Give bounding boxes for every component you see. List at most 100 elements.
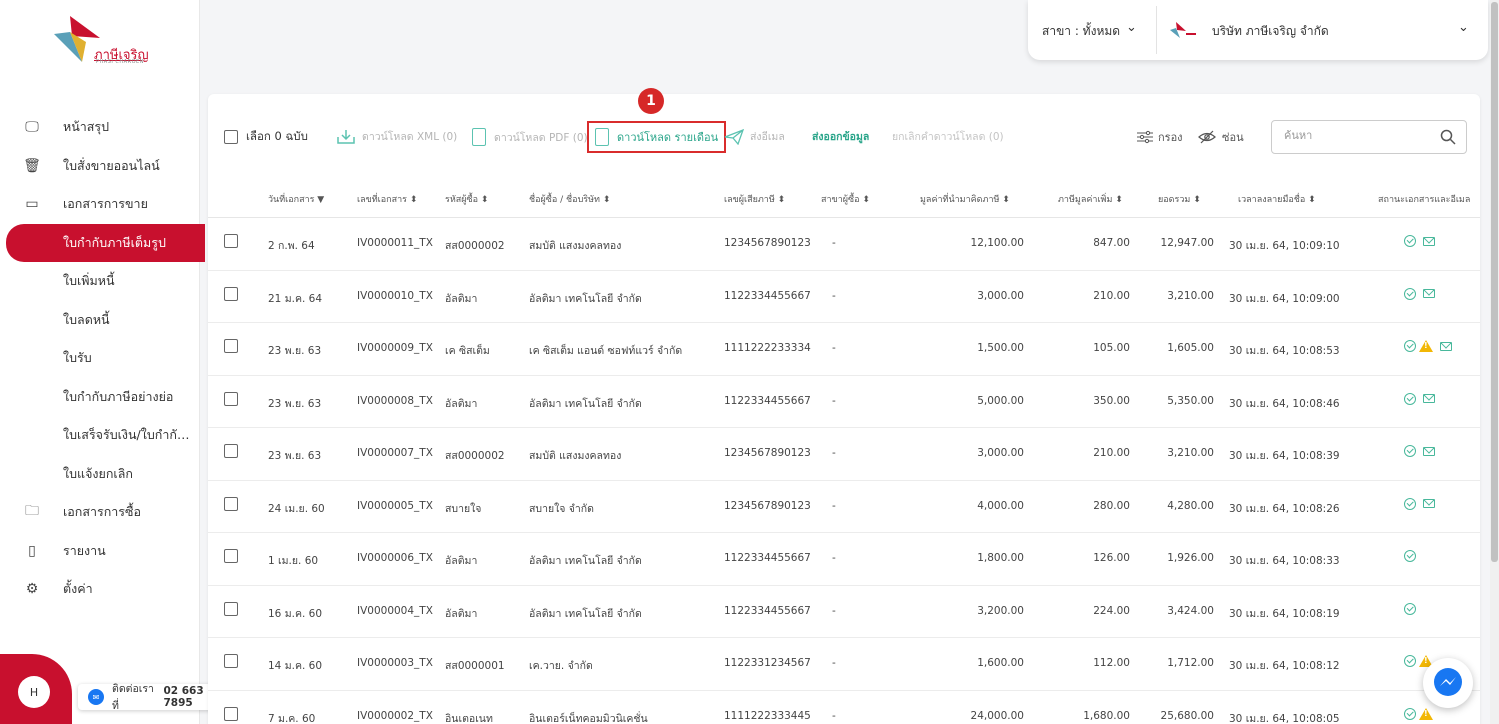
folder-icon: 🗀 [25, 503, 39, 520]
sidebar-item-3[interactable]: ใบกำกับภาษีเต็มรูป [6, 223, 205, 262]
cell-buyer-code: สส0000001 [445, 660, 505, 672]
download-pdf-button[interactable]: ดาวน์โหลด PDF (0) [472, 128, 588, 146]
table-row[interactable]: 1 เม.ย. 60 IV0000006_TX อัลติมา อัลติมา เทค… [208, 533, 1480, 586]
row-checkbox[interactable] [224, 444, 238, 458]
search-icon[interactable] [1440, 129, 1456, 145]
hide-columns-button[interactable]: ซ่อน [1198, 128, 1244, 146]
row-checkbox[interactable] [224, 234, 238, 248]
row-checkbox[interactable] [224, 286, 238, 301]
cell-total: 1,605.00 [1167, 342, 1214, 354]
branch-select[interactable]: สาขา : ทั้งหมด [1042, 22, 1120, 41]
cell-total: 3,210.00 [1167, 289, 1214, 302]
page-scrollbar[interactable] [1490, 0, 1499, 724]
cell-buyer-name: อัลติมา เทคโนโลยี จำกัด [529, 397, 642, 410]
sidebar-item-10[interactable]: 🗀 เอกสารการซื้อ [0, 493, 200, 532]
warning-icon [1419, 340, 1433, 352]
search-input[interactable] [1284, 129, 1434, 142]
cell-total: 3,210.00 [1167, 447, 1214, 459]
table-row[interactable]: 7 ม.ค. 60 IV0000002_TX อินเตอเนท อินเตอร์เน… [208, 691, 1480, 724]
sidebar-item-8[interactable]: ใบเสร็จรับเงิน/ใบกำกับ... [0, 416, 200, 455]
sidebar-item-12[interactable]: ⚙ ตั้งค่า [0, 570, 200, 609]
cell-buyer-code: อัลติมา [445, 397, 478, 410]
table-row[interactable]: 21 ม.ค. 64 IV0000010_TX อัลติมา อัลติมา เทค… [208, 271, 1480, 323]
header-total[interactable]: ยอดรวม ⬍ [1158, 192, 1201, 206]
company-logo[interactable]: ภาษีเจริญ PHASI CHAROEN [52, 12, 172, 68]
messenger-chat-button[interactable] [1423, 658, 1473, 708]
sidebar-item-0[interactable]: 🖵 หน้าสรุป [0, 108, 200, 147]
inbox-icon: ▭ [25, 196, 39, 213]
header-date[interactable]: วันที่เอกสาร ▼ [268, 192, 324, 206]
header-value[interactable]: มูลค่าที่นำมาคิดภาษี ⬍ [920, 192, 1010, 206]
header-buyer-code[interactable]: รหัสผู้ซื้อ ⬍ [445, 192, 488, 206]
scrollbar-thumb[interactable] [1491, 2, 1498, 562]
table-row[interactable]: 2 ก.พ. 64 IV0000011_TX สส0000002 สมบัติ แสง… [208, 218, 1480, 271]
header-branch[interactable]: สาขาผู้ซื้อ ⬍ [821, 192, 870, 206]
cell-doc-no: IV0000009_TX [357, 342, 433, 354]
select-all-checkbox[interactable] [224, 130, 238, 144]
eye-off-icon [1198, 130, 1216, 144]
logo-subtext: PHASI CHAROEN [96, 59, 144, 65]
table-row[interactable]: 14 ม.ค. 60 IV0000003_TX สส0000001 เค.วาย. จ… [208, 638, 1480, 691]
search-box[interactable] [1271, 120, 1467, 154]
select-all[interactable]: เลือก 0 ฉบับ [224, 128, 308, 146]
sidebar-item-9[interactable]: ใบแจ้งยกเลิก [0, 455, 200, 494]
table-row[interactable]: 23 พ.ย. 63 IV0000009_TX เค ซิสเต็ม เค ซิสเต… [208, 323, 1480, 376]
cell-total: 1,712.00 [1167, 657, 1214, 669]
table-row[interactable]: 16 ม.ค. 60 IV0000004_TX อัลติมา อัลติมา เทค… [208, 586, 1480, 638]
cell-branch: - [832, 657, 836, 669]
cell-date: 16 ม.ค. 60 [268, 607, 323, 620]
table-row[interactable]: 23 พ.ย. 63 IV0000007_TX สส0000002 สมบัติ แส… [208, 428, 1480, 481]
table-body: 2 ก.พ. 64 IV0000011_TX สส0000002 สมบัติ แสง… [208, 218, 1480, 724]
sidebar-item-label: หน้าสรุป [63, 119, 110, 135]
messenger-icon [1434, 668, 1462, 696]
sidebar-item-4[interactable]: ใบเพิ่มหนี้ [0, 262, 200, 301]
cell-signed-at: 30 เม.ย. 64, 10:09:10 [1229, 240, 1340, 252]
filter-icon [1137, 130, 1153, 144]
table-row[interactable]: 23 พ.ย. 63 IV0000008_TX อัลติมา อัลติมา เทค… [208, 376, 1480, 428]
sidebar-item-label: เอกสารการซื้อ [63, 504, 142, 520]
export-button[interactable]: ส่งออกข้อมูล [812, 128, 869, 145]
check-circle-icon [1404, 392, 1416, 405]
document-icon [595, 128, 609, 146]
cell-branch: - [832, 499, 836, 512]
avatar[interactable]: H [18, 676, 50, 708]
table-row[interactable]: 24 เม.ย. 60 IV0000005_TX สบายใจ สบายใจ จำกั… [208, 481, 1480, 533]
cell-value: 4,000.00 [977, 499, 1024, 512]
sidebar: ภาษีเจริญ PHASI CHAROEN 🖵 หน้าสรุป 🗑 ใบสั่ง… [0, 0, 230, 724]
row-checkbox[interactable] [224, 339, 238, 353]
row-checkbox[interactable] [224, 496, 238, 511]
header-buyer-name[interactable]: ชื่อผู้ซื้อ / ชื่อบริษัท ⬍ [529, 192, 610, 206]
header-signed-at[interactable]: เวลาลงลายมือชื่อ ⬍ [1238, 192, 1316, 206]
sidebar-item-1[interactable]: 🗑 ใบสั่งขายออนไลน์ [0, 147, 200, 186]
send-email-button[interactable]: ส่งอีเมล [724, 128, 785, 145]
filter-button[interactable]: กรอง [1136, 128, 1183, 146]
row-checkbox[interactable] [224, 706, 238, 721]
cell-doc-no: IV0000007_TX [357, 447, 433, 459]
check-circle-icon [1404, 287, 1416, 300]
company-select[interactable]: บริษัท ภาษีเจริญ จำกัด [1212, 22, 1329, 41]
download-monthly-button[interactable]: ดาวน์โหลด รายเดือน [587, 121, 727, 153]
download-xml-button[interactable]: ดาวน์โหลด XML (0) [336, 128, 457, 145]
invoice-card: เลือก 0 ฉบับ ดาวน์โหลด XML (0) ดาวน์โหลด… [208, 88, 1480, 724]
cell-buyer-code: อินเตอเนท [445, 712, 493, 724]
sidebar-item-2[interactable]: ▭ เอกสารการขาย [0, 185, 200, 224]
check-circle-icon [1404, 655, 1416, 667]
row-checkbox[interactable] [224, 601, 238, 616]
cell-buyer-code: อัลติมา [445, 555, 478, 567]
header-doc-no[interactable]: เลขที่เอกสาร ⬍ [357, 192, 417, 206]
sidebar-item-5[interactable]: ใบลดหนี้ [0, 301, 200, 340]
sidebar-item-6[interactable]: ใบรับ [0, 339, 200, 378]
row-checkbox[interactable] [224, 549, 238, 563]
row-checkbox[interactable] [224, 391, 238, 406]
header-tax-id[interactable]: เลขผู้เสียภาษี ⬍ [724, 192, 785, 206]
cell-date: 1 เม.ย. 60 [268, 555, 319, 567]
sidebar-item-7[interactable]: ใบกำกับภาษีอย่างย่อ [0, 378, 200, 417]
header-vat[interactable]: ภาษีมูลค่าเพิ่ม ⬍ [1058, 192, 1123, 206]
cell-total: 25,680.00 [1160, 709, 1214, 722]
sidebar-item-label: ใบสั่งขายออนไลน์ [63, 157, 160, 173]
row-checkbox[interactable] [224, 654, 238, 668]
chevron-down-icon[interactable]: ⌄ [1458, 20, 1469, 35]
cancel-download-button[interactable]: ยกเลิกคำดาวน์โหลด (0) [892, 128, 1004, 145]
sidebar-item-11[interactable]: ▯ รายงาน [0, 532, 200, 571]
chevron-down-icon[interactable]: ⌄ [1126, 20, 1137, 35]
